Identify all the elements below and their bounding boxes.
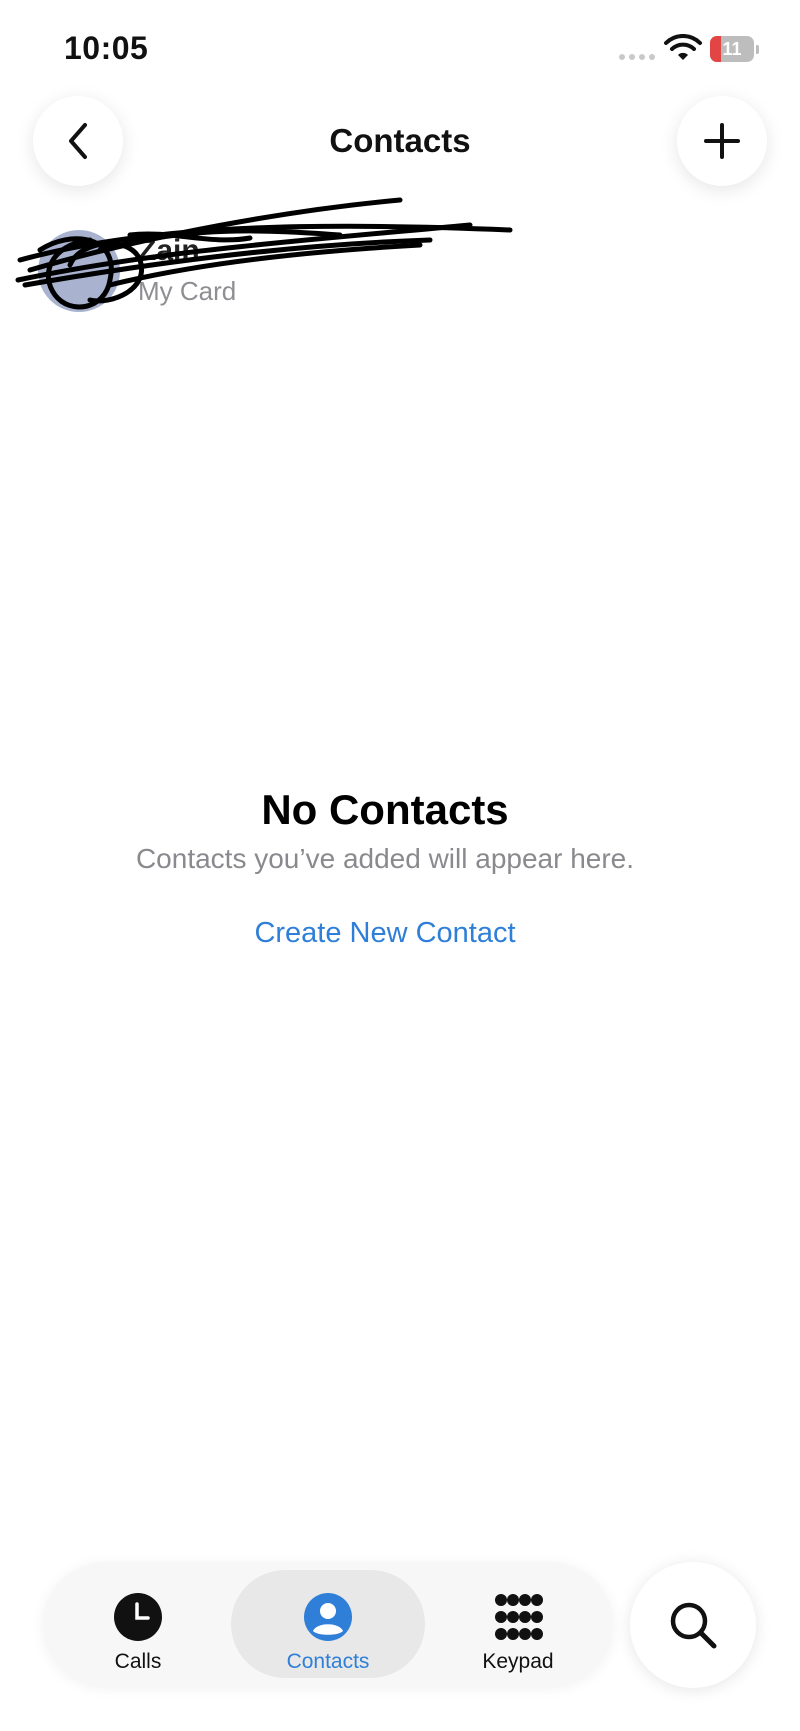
add-contact-button[interactable] [677,96,767,186]
tab-calls[interactable]: Calls [43,1570,233,1678]
search-icon [670,1602,717,1649]
empty-state-message: Contacts you’ve added will appear here. [135,843,635,874]
person-circle-icon [304,1593,352,1641]
status-time: 10:05 [64,30,149,66]
tab-keypad[interactable]: Keypad [423,1570,613,1678]
tab-contacts-label: Contacts [286,1650,370,1673]
search-button[interactable] [630,1562,756,1688]
empty-state-title: No Contacts [261,786,509,833]
wifi-icon [664,34,702,60]
redaction-scribble [15,197,513,310]
tab-calls-label: Calls [114,1650,162,1673]
create-new-contact-link[interactable]: Create New Contact [0,917,770,950]
cellular-signal-icon [619,54,655,60]
clock-icon [114,1593,162,1641]
tab-contacts[interactable]: Contacts [231,1570,425,1678]
tab-keypad-label: Keypad [482,1650,554,1673]
plus-icon [704,123,740,159]
status-bar: 10:05 11 [0,0,800,90]
keypad-icon [495,1594,543,1640]
battery-icon: 11 [710,36,760,64]
tab-bar: Calls Contacts Keypad [43,1562,613,1686]
battery-level: 11 [722,39,742,59]
